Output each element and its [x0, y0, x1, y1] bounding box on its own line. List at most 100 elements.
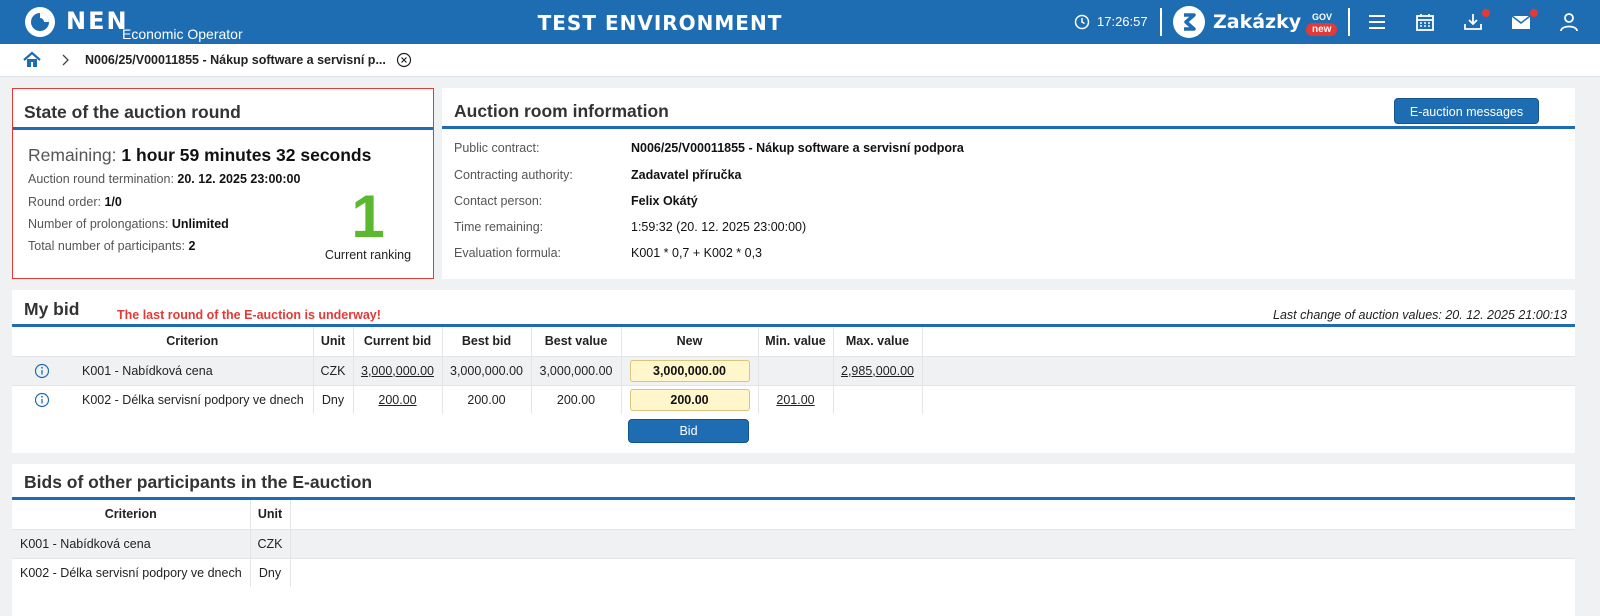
current-bid-link[interactable]: 200.00 — [353, 384, 443, 414]
filler-cell — [922, 384, 1575, 414]
breadcrumb-current[interactable]: N006/25/V00011855 - Nákup software a ser… — [85, 53, 386, 67]
unit-cell: CZK — [250, 528, 291, 558]
round-order-value: 1/0 — [104, 195, 122, 209]
criterion-cell: K001 - Nabídková cena — [72, 355, 314, 385]
info-label: Public contract: — [454, 141, 540, 155]
column-header: Max. value — [833, 327, 923, 356]
last-change-info: Last change of auction values: 20. 12. 2… — [1273, 308, 1567, 322]
divider — [1160, 8, 1162, 36]
info-icon[interactable] — [34, 363, 50, 379]
title-underline — [442, 126, 1575, 129]
remaining-time: Remaining: 1 hour 59 minutes 32 seconds — [28, 145, 371, 166]
calendar-icon[interactable] — [1414, 11, 1436, 33]
unit-cell: CZK — [313, 355, 354, 385]
info-cell — [12, 355, 72, 385]
zakazky-gov-label: GOV — [1312, 12, 1333, 22]
table-row: K002 - Délka servisní podpory ve dnech D… — [12, 384, 1575, 414]
column-header: Criterion — [12, 500, 251, 529]
panel-title: Auction room information — [454, 101, 669, 121]
time-remaining-value: 1:59:32 (20. 12. 2025 23:00:00) — [631, 220, 807, 234]
unit-cell: Dny — [250, 557, 291, 587]
info-label: Time remaining: — [454, 220, 544, 234]
column-filler — [922, 327, 1575, 356]
column-filler — [290, 500, 1575, 529]
criterion-cell: K002 - Délka servisní podpory ve dnech — [12, 557, 251, 587]
mail-icon[interactable] — [1510, 11, 1532, 33]
panel-title: State of the auction round — [24, 102, 241, 122]
column-header: New — [621, 327, 759, 356]
divider — [1348, 8, 1350, 36]
table-row: K001 - Nabídková cena CZK 3,000,000.00 3… — [12, 355, 1575, 385]
new-bid-input[interactable]: 3,000,000.00 — [629, 359, 750, 382]
breadcrumb: N006/25/V00011855 - Nákup software a ser… — [0, 44, 1600, 77]
public-contract-value: N006/25/V00011855 - Nákup software a ser… — [631, 141, 964, 155]
info-icon[interactable] — [34, 392, 50, 408]
column-header: Min. value — [758, 327, 834, 356]
info-cell — [12, 384, 72, 414]
filler-cell — [290, 557, 1575, 587]
filler-cell — [290, 528, 1575, 558]
info-label: Contact person: — [454, 194, 543, 208]
best-value-cell: 3,000,000.00 — [531, 355, 622, 385]
prolongations-row: Number of prolongations: Unlimited — [28, 217, 229, 231]
max-value-cell — [833, 384, 923, 414]
criterion-cell: K001 - Nabídková cena — [12, 528, 251, 558]
max-value-link[interactable]: 2,985,000.00 — [833, 355, 923, 385]
table-header-row: Criterion Unit — [12, 500, 1575, 529]
round-order-label: Round order: — [28, 195, 101, 209]
termination-row: Auction round termination: 20. 12. 2025 … — [28, 172, 300, 186]
current-bid-link[interactable]: 3,000,000.00 — [353, 355, 443, 385]
top-bar: NEN Economic Operator TEST ENVIRONMENT 1… — [0, 0, 1600, 44]
column-header: Best bid — [442, 327, 532, 356]
menu-icon[interactable] — [1366, 11, 1388, 33]
filler-cell — [922, 355, 1575, 385]
unit-cell: Dny — [313, 384, 354, 414]
criterion-cell: K002 - Délka servisní podpory ve dnech — [72, 384, 314, 414]
bid-button[interactable]: Bid — [628, 419, 749, 443]
remaining-value: 1 hour 59 minutes 32 seconds — [121, 145, 372, 165]
home-icon[interactable] — [23, 51, 41, 69]
my-bid-table: Criterion Unit Current bid Best bid Best… — [12, 327, 1575, 414]
new-bid-input[interactable]: 200.00 — [629, 388, 750, 411]
new-bid-cell: 200.00 — [621, 384, 759, 414]
best-value-cell: 200.00 — [531, 384, 622, 414]
download-icon[interactable] — [1462, 11, 1484, 33]
table-header-row: Criterion Unit Current bid Best bid Best… — [12, 327, 1575, 356]
current-ranking-label: Current ranking — [324, 248, 412, 262]
evaluation-formula-value: K001 * 0,7 + K002 * 0,3 — [631, 246, 763, 260]
download-notification-dot — [1482, 9, 1490, 17]
user-icon[interactable] — [1558, 11, 1580, 33]
prolongations-label: Number of prolongations: — [28, 217, 169, 231]
table-row: K002 - Délka servisní podpory ve dnech D… — [12, 557, 1575, 587]
contact-person-value: Felix Okátý — [631, 194, 698, 208]
other-participants-panel: Bids of other participants in the E-auct… — [12, 464, 1575, 616]
current-ranking-value: 1 — [351, 183, 385, 250]
server-time: 17:26:57 — [1097, 14, 1148, 29]
other-bids-table: Criterion Unit K001 - Nabídková cena CZK… — [12, 500, 1575, 587]
participants-value: 2 — [188, 239, 196, 253]
panel-title: Bids of other participants in the E-auct… — [24, 472, 373, 492]
participants-row: Total number of participants: 2 — [28, 239, 195, 253]
e-auction-messages-button[interactable]: E-auction messages — [1394, 98, 1539, 124]
table-row: K001 - Nabídková cena CZK — [12, 528, 1575, 558]
remaining-label: Remaining: — [28, 145, 117, 165]
column-header: Current bid — [353, 327, 443, 356]
column-header: Criterion — [12, 327, 314, 356]
auction-room-info-panel: Auction room information E-auction messa… — [442, 88, 1575, 279]
column-header: Unit — [313, 327, 354, 356]
column-header: Best value — [531, 327, 622, 356]
mail-notification-dot — [1530, 9, 1538, 17]
last-round-warning: The last round of the E-auction is under… — [117, 308, 381, 322]
new-badge: new — [1306, 23, 1338, 36]
zakazky-logo-icon[interactable] — [1173, 6, 1205, 38]
participants-label: Total number of participants: — [28, 239, 186, 253]
chevron-right-icon — [62, 54, 69, 66]
min-value-link[interactable]: 201.00 — [758, 384, 834, 414]
close-circle-icon[interactable] — [396, 52, 412, 68]
clock-icon — [1074, 14, 1090, 30]
my-bid-panel: My bid The last round of the E-auction i… — [12, 290, 1575, 453]
zakazky-link[interactable]: Zakázky — [1213, 11, 1301, 33]
round-order-row: Round order: 1/0 — [28, 195, 122, 209]
title-underline — [13, 127, 433, 130]
panel-title: My bid — [24, 299, 80, 319]
